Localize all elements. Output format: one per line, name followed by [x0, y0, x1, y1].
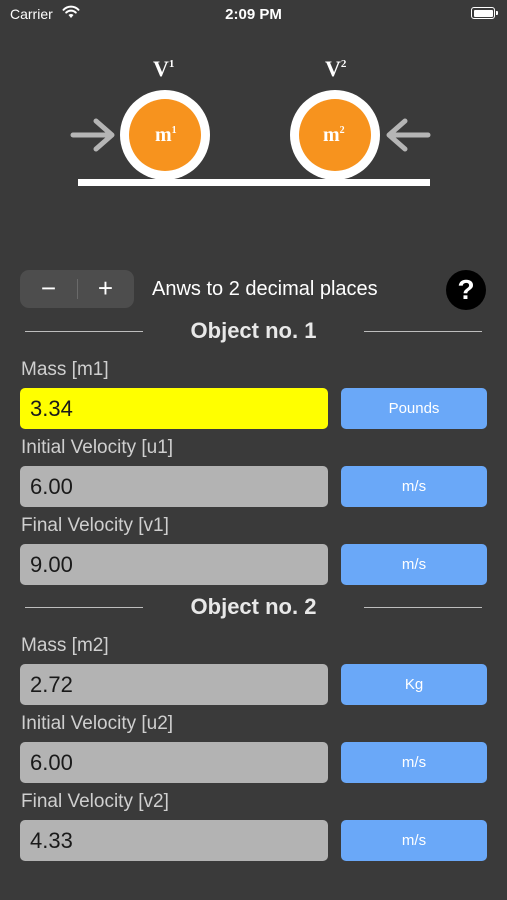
ball-m2: m2 — [290, 90, 380, 180]
ground-line — [78, 179, 430, 186]
initial-velocity1-label: Initial Velocity [u1] — [21, 437, 174, 458]
decimal-stepper[interactable]: − + — [20, 270, 134, 308]
ball-m1: m1 — [120, 90, 210, 180]
initial-velocity2-unit-button[interactable]: m/s — [341, 742, 487, 783]
mass2-label: Mass [m2] — [21, 635, 109, 656]
velocity1-label: V1 — [153, 56, 174, 81]
divider-right — [364, 607, 482, 608]
mass1-label: Mass [m1] — [21, 359, 109, 380]
final-velocity2-label: Final Velocity [v2] — [21, 791, 169, 812]
mass2-unit-button[interactable]: Kg — [341, 664, 487, 705]
collision-diagram: V1 V2 m1 m2 — [70, 56, 431, 186]
decimal-places-label: Anws to 2 decimal places — [152, 278, 378, 300]
final-velocity1-label: Final Velocity [v1] — [21, 515, 169, 536]
mass2-field[interactable]: 2.72 — [20, 664, 328, 705]
battery-icon — [471, 7, 498, 19]
right-arrow-icon — [70, 118, 115, 152]
mass1-unit-button[interactable]: Pounds — [341, 388, 487, 429]
status-bar: Carrier 2:09 PM — [0, 0, 507, 30]
final-velocity2-field[interactable]: 4.33 — [20, 820, 328, 861]
clock: 2:09 PM — [225, 6, 282, 23]
initial-velocity1-field[interactable]: 6.00 — [20, 466, 328, 507]
final-velocity1-field[interactable]: 9.00 — [20, 544, 328, 585]
initial-velocity2-field[interactable]: 6.00 — [20, 742, 328, 783]
divider-right — [364, 331, 482, 332]
initial-velocity2-label: Initial Velocity [u2] — [21, 713, 174, 734]
increase-decimals-button[interactable]: + — [77, 270, 134, 308]
final-velocity1-unit-button[interactable]: m/s — [341, 544, 487, 585]
left-arrow-icon — [386, 118, 431, 152]
velocity2-label: V2 — [325, 56, 347, 81]
final-velocity2-unit-button[interactable]: m/s — [341, 820, 487, 861]
mass1-field[interactable]: 3.34 — [20, 388, 328, 429]
help-button[interactable]: ? — [446, 270, 486, 310]
decrease-decimals-button[interactable]: − — [20, 270, 77, 308]
initial-velocity1-unit-button[interactable]: m/s — [341, 466, 487, 507]
